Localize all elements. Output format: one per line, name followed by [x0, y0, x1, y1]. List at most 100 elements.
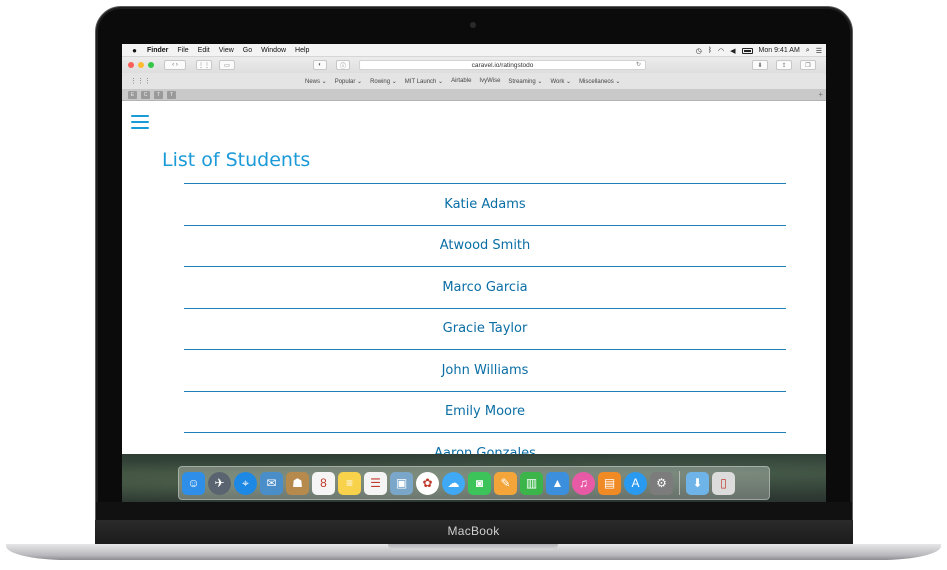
share-icon: ⇪ [781, 62, 787, 69]
pinned-tab-4[interactable]: T [167, 90, 176, 99]
hamburger-line [131, 127, 149, 129]
app-store-icon[interactable]: A [624, 471, 647, 495]
favorites-grid-icon[interactable]: ⋮⋮⋮ [130, 77, 151, 85]
menu-file[interactable]: File [177, 47, 188, 54]
favorites-bar: ⋮⋮⋮ News ⌄ Popular ⌄ Rowing ⌄ MIT Launch… [122, 73, 826, 89]
hamburger-menu-icon[interactable] [131, 115, 149, 129]
student-item[interactable]: Gracie Taylor [184, 309, 786, 350]
menu-go[interactable]: Go [243, 47, 252, 54]
menu-view[interactable]: View [219, 47, 234, 54]
new-tab-icon[interactable]: + [818, 90, 823, 99]
student-item[interactable]: Marco Garcia [184, 267, 786, 309]
desktop-wallpaper: ☺ ✈ ⌖ ✉ ☗ 8 ≡ ☰ ▣ ✿ ☁ ◙ ✎ ▥ ▲ ♫ ▤ A ⚙ ⬇ ▯ [122, 454, 826, 502]
favorite-streaming[interactable]: Streaming ⌄ [508, 78, 542, 85]
system-preferences-icon[interactable]: ⚙ [650, 471, 673, 495]
battery-icon[interactable] [741, 47, 753, 54]
pages-icon[interactable]: ✎ [494, 471, 517, 495]
finder-icon[interactable]: ☺ [182, 471, 205, 495]
pinned-tab-1[interactable]: E [128, 90, 137, 99]
top-sites-button[interactable]: ⋮⋮ [196, 60, 212, 70]
back-forward-buttons[interactable]: ‹ › [164, 60, 186, 70]
grid-icon: ⋮⋮ [198, 62, 210, 69]
share-button[interactable]: ⇪ [776, 60, 792, 70]
privacy-button[interactable]: ◐ [313, 60, 327, 70]
minimize-window-icon[interactable] [138, 62, 144, 68]
forward-arrow-icon[interactable]: › [176, 62, 178, 68]
student-item[interactable]: John Williams [184, 350, 786, 392]
keynote-icon[interactable]: ▲ [546, 471, 569, 495]
reminders-icon[interactable]: ☰ [364, 471, 387, 495]
time-machine-icon[interactable]: ◷ [696, 47, 702, 55]
url-text: caravel.io/ratingstodo [471, 61, 534, 69]
address-bar[interactable]: caravel.io/ratingstodo ↻ [359, 60, 646, 70]
hamburger-line [131, 121, 149, 123]
info-button[interactable]: ⓘ [336, 60, 350, 70]
menu-help[interactable]: Help [295, 47, 309, 54]
downloads-button[interactable]: ⬇ [752, 60, 768, 70]
tab-strip: E C T T + [122, 89, 826, 101]
bluetooth-icon[interactable]: ᛒ [708, 47, 712, 54]
sidebar-icon: ▭ [224, 62, 230, 69]
favorite-rowing[interactable]: Rowing ⌄ [370, 78, 397, 85]
favorite-mit-launch[interactable]: MIT Launch ⌄ [405, 78, 443, 85]
tabs-icon: ❐ [805, 62, 811, 69]
reload-icon[interactable]: ↻ [636, 61, 641, 68]
photos-icon[interactable]: ✿ [416, 471, 439, 495]
browser-toolbar: ‹ › ⋮⋮ ▭ ◐ ⓘ caravel.io/ratingstodo ↻ ⬇ [122, 57, 826, 73]
messages-icon[interactable]: ☁ [442, 471, 465, 495]
status-area: ◷ ᛒ ◠ ◀ Mon 9:41 AM ⌕ ☰ [696, 44, 822, 57]
ibooks-icon[interactable]: ▤ [598, 471, 621, 495]
web-content: List of Students Katie Adams Atwood Smit… [122, 101, 826, 475]
favorite-work[interactable]: Work ⌄ [550, 78, 571, 85]
window-controls [128, 62, 154, 68]
page-title: List of Students [162, 149, 311, 171]
back-arrow-icon[interactable]: ‹ [172, 62, 174, 68]
menu-edit[interactable]: Edit [198, 47, 210, 54]
shield-icon: ◐ [318, 62, 322, 68]
tabs-overview-button[interactable]: ❐ [800, 60, 816, 70]
mail-icon[interactable]: ✉ [260, 471, 283, 495]
favorite-airtable[interactable]: Airtable [451, 78, 471, 84]
trash-icon[interactable]: ▯ [712, 471, 735, 495]
notification-center-icon[interactable]: ☰ [816, 47, 822, 55]
device-brand-label: MacBook [447, 524, 500, 538]
student-item[interactable]: Katie Adams [184, 184, 786, 226]
wifi-icon[interactable]: ◠ [718, 47, 724, 55]
bezel-bottom [96, 502, 852, 521]
student-list: Katie Adams Atwood Smith Marco Garcia Gr… [184, 183, 786, 475]
favorite-popular[interactable]: Popular ⌄ [335, 78, 362, 85]
volume-icon[interactable]: ◀ [730, 47, 735, 55]
spotlight-icon[interactable]: ⌕ [806, 47, 810, 55]
favorite-news[interactable]: News ⌄ [305, 78, 327, 85]
downloads-folder-icon[interactable]: ⬇ [686, 471, 709, 495]
contacts-icon[interactable]: ☗ [286, 471, 309, 495]
menu-window[interactable]: Window [261, 47, 286, 54]
favorite-miscellaneos[interactable]: Miscellaneos ⌄ [579, 78, 620, 85]
preview-icon[interactable]: ▣ [390, 471, 413, 495]
notes-icon[interactable]: ≡ [338, 471, 361, 495]
close-window-icon[interactable] [128, 62, 134, 68]
apple-icon[interactable]: ● [130, 46, 139, 55]
menu-clock[interactable]: Mon 9:41 AM [759, 47, 800, 54]
favorite-ivywise[interactable]: IvyWise [479, 78, 500, 84]
safari-icon[interactable]: ⌖ [234, 471, 257, 495]
laptop-hinge-notch [388, 544, 558, 550]
facetime-icon[interactable]: ◙ [468, 471, 491, 495]
pinned-tab-3[interactable]: T [154, 90, 163, 99]
calendar-icon[interactable]: 8 [312, 471, 335, 495]
menu-app-name[interactable]: Finder [147, 47, 168, 54]
laptop-frame: ● Finder File Edit View Go Window Help ◷… [0, 0, 947, 570]
student-item[interactable]: Atwood Smith [184, 226, 786, 267]
numbers-icon[interactable]: ▥ [520, 471, 543, 495]
student-item[interactable]: Emily Moore [184, 392, 786, 433]
itunes-icon[interactable]: ♫ [572, 471, 595, 495]
launchpad-icon[interactable]: ✈ [208, 471, 231, 495]
info-icon: ⓘ [339, 63, 346, 70]
sidebar-button[interactable]: ▭ [219, 60, 235, 70]
menu-bar: ● Finder File Edit View Go Window Help ◷… [122, 44, 826, 57]
dock-separator [679, 471, 680, 495]
hamburger-line [131, 115, 149, 117]
camera-icon [470, 22, 476, 28]
pinned-tab-2[interactable]: C [141, 90, 150, 99]
zoom-window-icon[interactable] [148, 62, 154, 68]
